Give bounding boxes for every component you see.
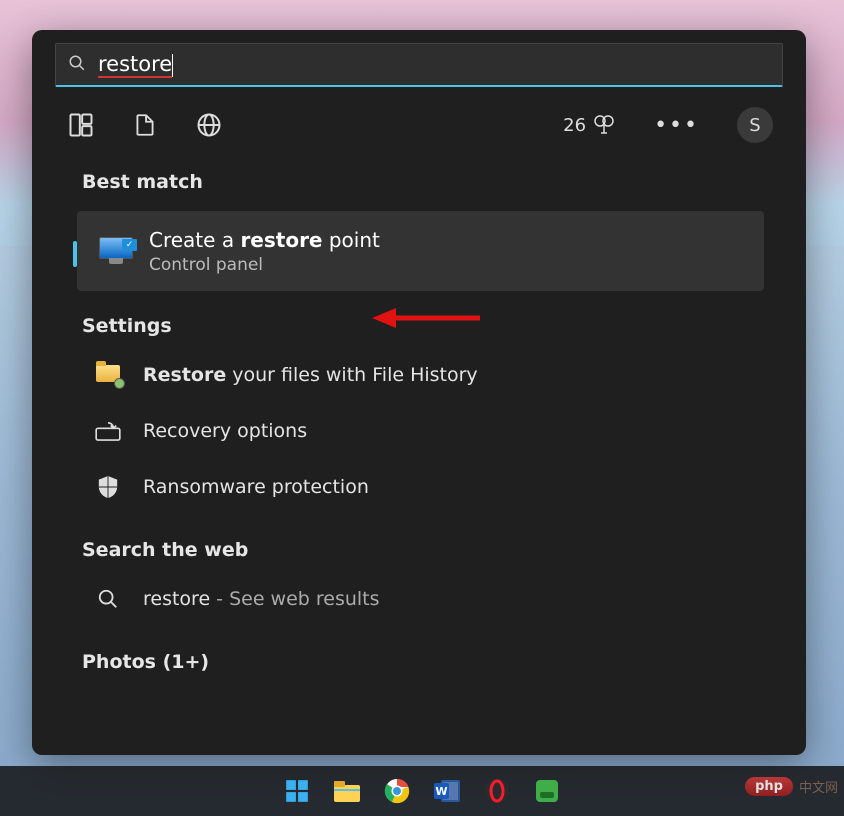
best-match-title: Create a restore point — [149, 227, 380, 253]
svg-text:W: W — [435, 785, 447, 798]
search-panel: restore 26 ••• S Best ma — [32, 30, 806, 755]
more-icon[interactable]: ••• — [648, 113, 705, 138]
search-icon — [95, 586, 121, 612]
watermark: php 中文网 — [745, 777, 838, 796]
settings-result-recovery[interactable]: Recovery options — [32, 403, 806, 459]
restore-point-icon: ✓ — [99, 237, 133, 265]
filter-web-icon[interactable] — [193, 109, 225, 141]
rewards[interactable]: 26 — [563, 113, 616, 137]
start-button[interactable] — [282, 776, 312, 806]
search-input[interactable]: restore — [98, 52, 173, 77]
section-web: Search the web — [32, 515, 806, 571]
recovery-icon — [95, 418, 121, 444]
best-match-result[interactable]: ✓ Create a restore point Control panel — [77, 211, 764, 291]
filter-documents-icon[interactable] — [129, 109, 161, 141]
user-avatar[interactable]: S — [737, 107, 773, 143]
opera-icon[interactable] — [482, 776, 512, 806]
settings-result-ransomware[interactable]: Ransomware protection — [32, 459, 806, 515]
folder-history-icon — [95, 362, 121, 388]
selection-accent — [73, 241, 77, 267]
section-best-match: Best match — [32, 143, 806, 203]
section-settings: Settings — [32, 291, 806, 347]
filter-row: 26 ••• S — [32, 87, 806, 143]
settings-result-file-history[interactable]: Restore your files with File History — [32, 347, 806, 403]
rewards-icon — [592, 113, 616, 137]
rewards-points: 26 — [563, 115, 586, 136]
taskbar: W — [0, 766, 844, 816]
best-match-subtitle: Control panel — [149, 255, 380, 275]
app-icon[interactable] — [532, 776, 562, 806]
word-icon[interactable]: W — [432, 776, 462, 806]
shield-icon — [95, 474, 121, 500]
filter-apps-icon[interactable] — [65, 109, 97, 141]
file-explorer-icon[interactable] — [332, 776, 362, 806]
section-photos: Photos (1+) — [32, 627, 806, 683]
search-icon — [68, 54, 86, 76]
search-box[interactable]: restore — [55, 43, 783, 87]
chrome-icon[interactable] — [382, 776, 412, 806]
web-result[interactable]: restore - See web results — [32, 571, 806, 627]
